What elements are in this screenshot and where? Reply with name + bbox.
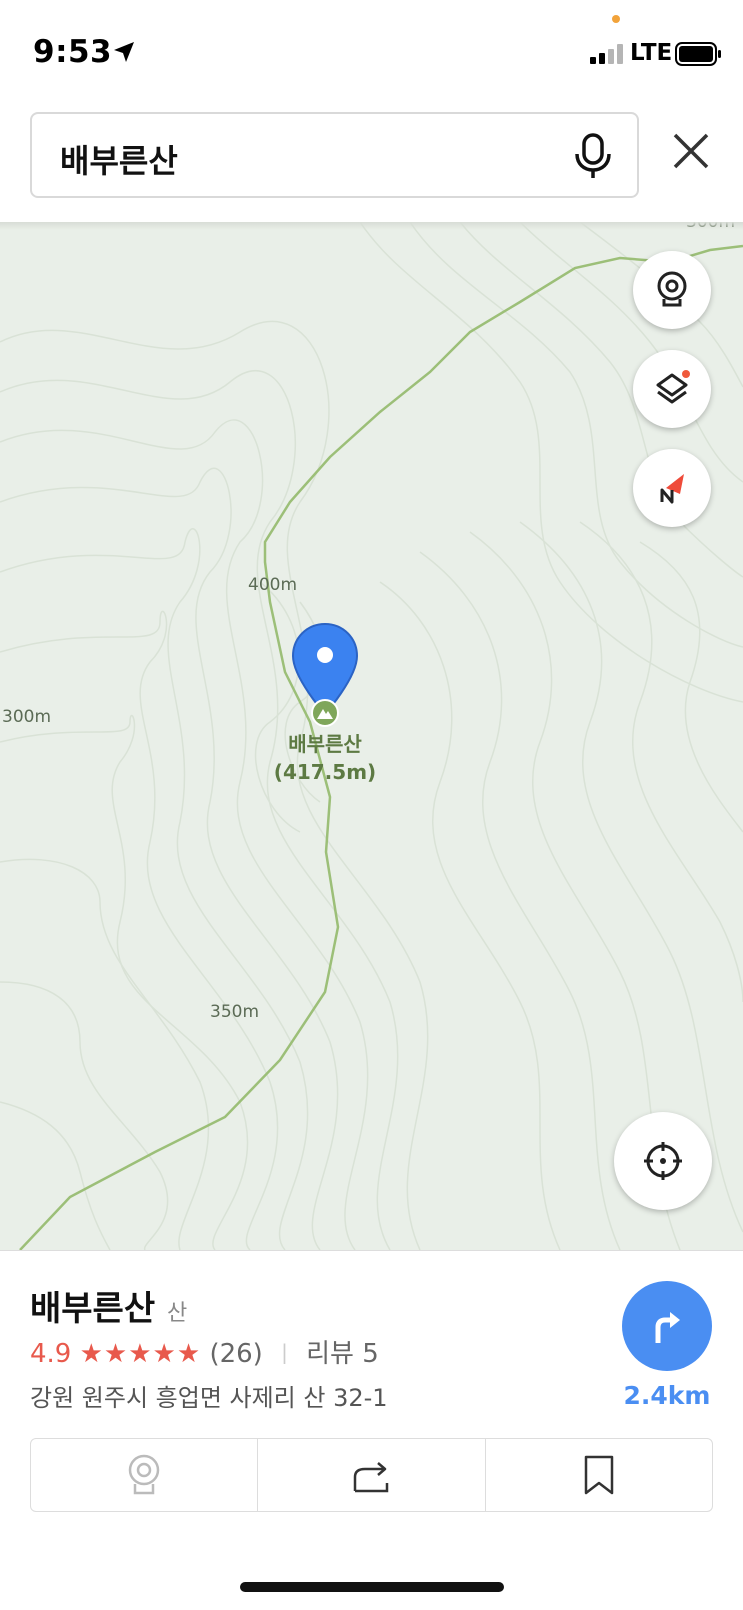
elevation-label: 400m [248, 575, 298, 595]
street-view-button[interactable] [633, 251, 711, 329]
peak-height: (417.5m) [273, 760, 377, 784]
status-time: 9:53 [33, 34, 113, 70]
place-address: 강원 원주시 흥업면 사제리 산 32-1 [30, 1384, 388, 1412]
place-name[interactable]: 배부른산 [30, 1281, 155, 1330]
street-view-action-button[interactable] [31, 1439, 259, 1511]
rating-value: 4.9 [30, 1339, 72, 1369]
compass-button[interactable] [633, 449, 711, 527]
street-view-icon [657, 271, 687, 307]
directions-button[interactable] [622, 1281, 712, 1371]
compass-icon [660, 474, 684, 504]
directions-arrow-icon [655, 1312, 680, 1343]
rating-row[interactable]: 4.9 ★★★★★ (26) | 리뷰 5 [30, 1333, 379, 1370]
bookmark-button[interactable] [486, 1439, 712, 1511]
mic-icon[interactable] [573, 132, 613, 180]
close-icon[interactable] [672, 132, 710, 170]
layers-button[interactable] [633, 350, 711, 428]
layers-icon [656, 370, 690, 404]
location-arrow-icon [114, 42, 134, 62]
signal-icon [590, 44, 623, 64]
share-icon [354, 1462, 389, 1493]
current-location-button[interactable] [614, 1112, 712, 1210]
privacy-indicator [612, 15, 620, 23]
current-location-icon [644, 1142, 682, 1180]
peak-name: 배부른산 [288, 732, 362, 756]
divider: | [281, 1340, 288, 1364]
place-info-sheet[interactable]: 배부른산 산 4.9 ★★★★★ (26) | 리뷰 5 강원 원주시 흥업면 … [0, 1250, 743, 1610]
map-top-shadow [0, 222, 743, 230]
map-view[interactable]: 300m 400m 300m 350m 배부른산 (417.5m) [0, 222, 743, 1250]
status-bar: 9:53 LTE [0, 0, 743, 100]
mountain-icon [311, 699, 339, 727]
distance-label: 2.4km [623, 1381, 711, 1410]
place-category: 산 [167, 1301, 188, 1326]
search-bar-row: 배부른산 [0, 100, 743, 222]
elevation-label: 350m [210, 1002, 260, 1022]
peak-label: 배부른산 (417.5m) [240, 730, 410, 786]
rating-stars: ★★★★★ [79, 1339, 202, 1369]
share-button[interactable] [258, 1439, 486, 1511]
review-link[interactable]: 리뷰 5 [306, 1339, 379, 1369]
battery-icon [675, 42, 721, 66]
home-indicator[interactable] [240, 1582, 504, 1592]
bookmark-icon [584, 1455, 614, 1495]
search-input[interactable]: 배부른산 [30, 112, 639, 198]
elevation-label: 300m [2, 707, 52, 727]
action-bar [30, 1438, 713, 1512]
review-count: (26) [209, 1339, 263, 1369]
street-view-icon [128, 1454, 160, 1495]
network-type: LTE [630, 40, 673, 66]
search-query[interactable]: 배부른산 [60, 136, 178, 182]
